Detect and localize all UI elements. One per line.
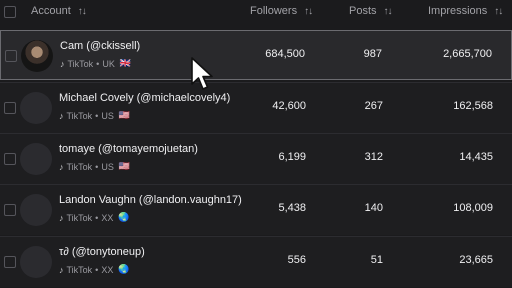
account-name[interactable]: Michael Covely (@michaelcovely4) [59, 92, 230, 104]
posts-value: 267 [364, 100, 383, 112]
row-checkbox[interactable] [4, 256, 16, 268]
separator: • [95, 212, 99, 223]
separator: • [95, 161, 99, 172]
tiktok-icon: ♪ [59, 212, 64, 223]
avatar [20, 143, 52, 175]
account-meta: ♪ TikTok • US 🇺🇸 [59, 161, 130, 172]
table-row[interactable]: Cam (@ckissell) ♪ TikTok • UK 🇬🇧 684,500… [0, 30, 512, 80]
region-label: XX [101, 264, 114, 275]
column-account[interactable]: Account ↑↓ [31, 5, 87, 17]
posts-value: 140 [364, 202, 383, 214]
sort-icon[interactable]: ↑↓ [494, 6, 503, 17]
tiktok-icon: ♪ [59, 110, 64, 121]
sort-icon[interactable]: ↑↓ [384, 6, 393, 17]
separator: • [96, 58, 100, 69]
column-posts[interactable]: Posts ↑↓ [349, 5, 393, 17]
tiktok-icon: ♪ [59, 161, 64, 172]
row-checkbox[interactable] [4, 204, 16, 216]
column-impressions[interactable]: Impressions ↑↓ [428, 5, 503, 17]
column-account-label: Account [31, 5, 71, 17]
sort-icon[interactable]: ↑↓ [304, 6, 313, 17]
impressions-value: 14,435 [459, 151, 493, 163]
pointer-cursor-icon [191, 57, 213, 90]
region-label: UK [102, 58, 115, 69]
sort-icon[interactable]: ↑↓ [78, 6, 87, 17]
account-name[interactable]: Landon Vaughn (@landon.vaughn17) [59, 194, 242, 206]
impressions-value: 2,665,700 [443, 48, 492, 60]
column-posts-label: Posts [349, 5, 377, 17]
avatar [20, 92, 52, 124]
table-row[interactable]: τ∂ (@tonytoneup) ♪ TikTok • XX 🌏 556 51 … [0, 236, 512, 287]
posts-value: 51 [370, 254, 383, 266]
column-followers-label: Followers [250, 5, 298, 17]
column-impressions-label: Impressions [428, 5, 488, 17]
account-name[interactable]: tomaye (@tomayemojuetan) [59, 143, 198, 155]
table-row[interactable]: Landon Vaughn (@landon.vaughn17) ♪ TikTo… [0, 184, 512, 235]
avatar [20, 194, 52, 226]
avatar [21, 40, 53, 72]
impressions-value: 108,009 [453, 202, 493, 214]
region-label: US [101, 161, 114, 172]
posts-value: 987 [363, 48, 382, 60]
impressions-value: 162,568 [453, 100, 493, 112]
account-name[interactable]: Cam (@ckissell) [60, 40, 140, 52]
flag-icon: 🇬🇧 [119, 58, 132, 68]
followers-value: 42,600 [272, 100, 306, 112]
account-meta: ♪ TikTok • XX 🌏 [59, 264, 130, 275]
account-name[interactable]: τ∂ (@tonytoneup) [59, 246, 145, 258]
table-header: Account ↑↓ Followers ↑↓ Posts ↑↓ Impress… [0, 0, 512, 24]
select-all-checkbox[interactable] [4, 6, 16, 18]
platform-label: TikTok [66, 212, 93, 223]
separator: • [95, 264, 99, 275]
row-checkbox[interactable] [4, 102, 16, 114]
account-meta: ♪ TikTok • US 🇺🇸 [59, 110, 130, 121]
account-meta: ♪ TikTok • XX 🌏 [59, 212, 130, 223]
globe-icon: 🌏 [118, 212, 130, 222]
globe-icon: 🌏 [118, 264, 130, 274]
table-row[interactable]: tomaye (@tomayemojuetan) ♪ TikTok • US 🇺… [0, 133, 512, 184]
row-checkbox[interactable] [5, 50, 17, 62]
tiktok-icon: ♪ [59, 264, 64, 275]
region-label: XX [101, 212, 114, 223]
followers-value: 684,500 [265, 48, 305, 60]
account-meta: ♪ TikTok • UK 🇬🇧 [60, 58, 131, 69]
followers-value: 556 [287, 254, 306, 266]
region-label: US [101, 110, 114, 121]
followers-value: 6,199 [278, 151, 306, 163]
flag-icon: 🇺🇸 [118, 161, 131, 171]
avatar [20, 246, 52, 278]
row-checkbox[interactable] [4, 153, 16, 165]
separator: • [95, 110, 99, 121]
flag-icon: 🇺🇸 [118, 110, 131, 120]
platform-label: TikTok [66, 110, 93, 121]
table-row[interactable]: Michael Covely (@michaelcovely4) ♪ TikTo… [0, 82, 512, 133]
platform-label: TikTok [67, 58, 94, 69]
followers-value: 5,438 [278, 202, 306, 214]
platform-label: TikTok [66, 264, 93, 275]
impressions-value: 23,665 [459, 254, 493, 266]
column-followers[interactable]: Followers ↑↓ [250, 5, 313, 17]
tiktok-icon: ♪ [60, 58, 65, 69]
platform-label: TikTok [66, 161, 93, 172]
posts-value: 312 [364, 151, 383, 163]
